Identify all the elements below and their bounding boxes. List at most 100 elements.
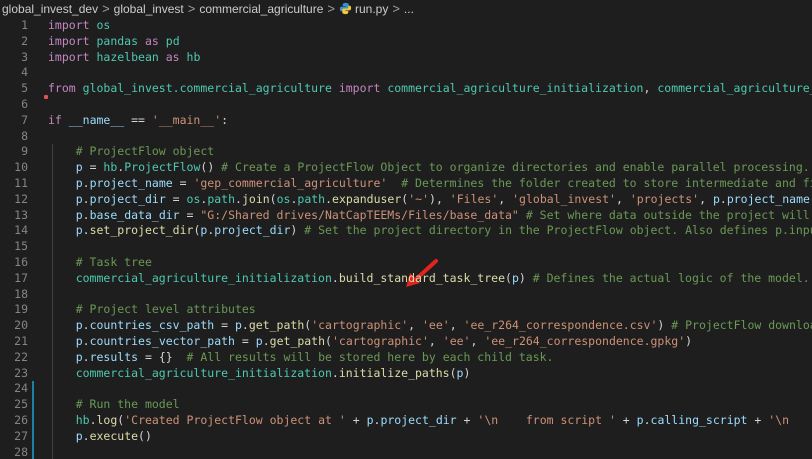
code-text: # Run the model [48, 397, 180, 413]
code-token: '\n from script ' [477, 413, 616, 427]
code-token: p [712, 191, 720, 206]
code-token: base_data_dir [89, 207, 180, 222]
code-editor[interactable]: 1 import os 2 import pandas as pd 3 import ha… [0, 17, 812, 459]
code-token: . [241, 318, 249, 333]
code-token: project_name [726, 191, 810, 206]
code-token: p [234, 318, 242, 333]
breadcrumb-separator: > [392, 1, 400, 16]
code-token: # Run the model [75, 397, 180, 412]
code-token: . [82, 223, 90, 238]
code-token: pandas [96, 33, 139, 48]
code-token: calling_script [650, 413, 748, 427]
code-token: as [165, 49, 180, 64]
code-line[interactable]: 27 p.execute() [0, 429, 812, 445]
code-text: import hazelbean as hb [48, 50, 200, 66]
line-number: 27 [14, 428, 28, 443]
code-line[interactable]: 26 hb.log('Created ProjectFlow object at… [0, 413, 812, 429]
code-token: expanduser [332, 191, 402, 206]
code-token: # ProjectFlow object [75, 144, 215, 159]
code-line[interactable]: 17 commercial_agriculture_initialization… [0, 271, 812, 287]
code-token: global_invest.commercial_agriculture [82, 81, 332, 96]
code-line[interactable]: 3 import hazelbean as hb [0, 50, 812, 66]
code-line[interactable]: 28 [0, 445, 812, 459]
breadcrumb-item[interactable]: global_invest_dev [2, 2, 98, 16]
code-token: import [48, 49, 90, 64]
code-token: = {} [138, 349, 187, 364]
line-number: 4 [21, 65, 28, 80]
code-token: project_dir [214, 223, 291, 238]
code-line[interactable]: 15 [0, 239, 812, 255]
code-line[interactable]: 20 p.countries_csv_path = p.get_path('ca… [0, 318, 812, 334]
code-token: ) [685, 334, 693, 348]
code-token: 'Files' [449, 191, 499, 206]
code-text: p.project_name = 'gep_commercial_agricul… [48, 176, 812, 192]
code-line[interactable]: 1 import os [0, 18, 812, 34]
code-token: 'ee_r264_correspondence.csv' [463, 318, 658, 333]
code-line[interactable]: 23 commercial_agriculture_initialization… [0, 366, 812, 382]
code-token: , [699, 191, 713, 206]
breadcrumb-item[interactable]: ... [404, 2, 414, 16]
code-token: 'projects' [629, 191, 700, 206]
code-line[interactable]: 24 [0, 381, 812, 397]
code-token: . [331, 270, 339, 285]
breadcrumb-item[interactable]: commercial_agriculture [199, 2, 323, 16]
code-token: p [75, 191, 83, 206]
code-token: os [96, 18, 111, 32]
code-line[interactable]: 2 import pandas as pd [0, 34, 812, 50]
code-line[interactable]: 10 p = hb.ProjectFlow() # Create a Proje… [0, 160, 812, 176]
code-token: = [214, 318, 235, 333]
code-line[interactable]: 7 if __name__ == '__main__': [0, 113, 812, 129]
code-line[interactable]: 9 # ProjectFlow object [0, 144, 812, 160]
code-token: import [48, 33, 90, 48]
code-token: 'cartographic' [311, 318, 409, 333]
code-token: p [75, 318, 83, 333]
code-line[interactable]: 13 p.base_data_dir = "G:/Shared drives/N… [0, 208, 812, 224]
code-line[interactable]: 21 p.countries_vector_path = p.get_path(… [0, 334, 812, 350]
code-token: project_dir [89, 191, 166, 206]
code-token: ) [657, 318, 672, 333]
code-token: "G:/Shared drives/NatCapTEEMs/Files/base… [200, 207, 519, 222]
code-line[interactable]: 12 p.project_dir = os.path.join(os.path.… [0, 192, 812, 208]
code-line[interactable]: 6 [0, 97, 812, 113]
code-line[interactable]: 16 # Task tree [0, 255, 812, 271]
code-token: as [144, 33, 159, 48]
code-line[interactable]: 25 # Run the model [0, 397, 812, 413]
code-token: . [89, 413, 97, 427]
code-line[interactable]: 8 [0, 129, 812, 145]
line-number: 23 [14, 365, 28, 380]
code-token: path [207, 191, 236, 206]
code-token: . [82, 207, 90, 222]
code-token: . [82, 176, 90, 190]
code-token: . [262, 334, 270, 348]
code-line[interactable]: 18 [0, 287, 812, 303]
code-text: p.execute() [48, 429, 152, 445]
code-token: ProjectFlow [124, 160, 201, 175]
line-number: 24 [14, 381, 28, 396]
code-line[interactable]: 22 p.results = {} # All results will be … [0, 350, 812, 366]
code-token: = [179, 207, 201, 222]
code-token: , [615, 191, 630, 206]
code-token: p [75, 207, 83, 222]
code-token: if [48, 112, 62, 127]
code-token: # Task tree [75, 255, 152, 269]
breadcrumb-item[interactable]: run.py [355, 2, 388, 16]
code-token: initialize_paths [338, 365, 450, 380]
breadcrumb-item[interactable]: global_invest [114, 2, 184, 16]
code-line[interactable]: 4 [0, 65, 812, 81]
code-token: ( [449, 365, 457, 380]
code-token: = [82, 160, 104, 175]
line-number: 9 [21, 144, 28, 159]
code-token: + [615, 413, 637, 427]
code-line[interactable]: 14 p.set_project_dir(p.project_dir) # Se… [0, 223, 812, 239]
code-token: hb [103, 160, 118, 175]
code-line[interactable]: 5 from global_invest.commercial_agricultu… [0, 81, 812, 97]
code-token: , [449, 318, 464, 333]
code-line[interactable]: 11 p.project_name = 'gep_commercial_agri… [0, 176, 812, 192]
code-line[interactable]: 19 # Project level attributes [0, 302, 812, 318]
code-text: p.set_project_dir(p.project_dir) # Set t… [48, 223, 812, 239]
